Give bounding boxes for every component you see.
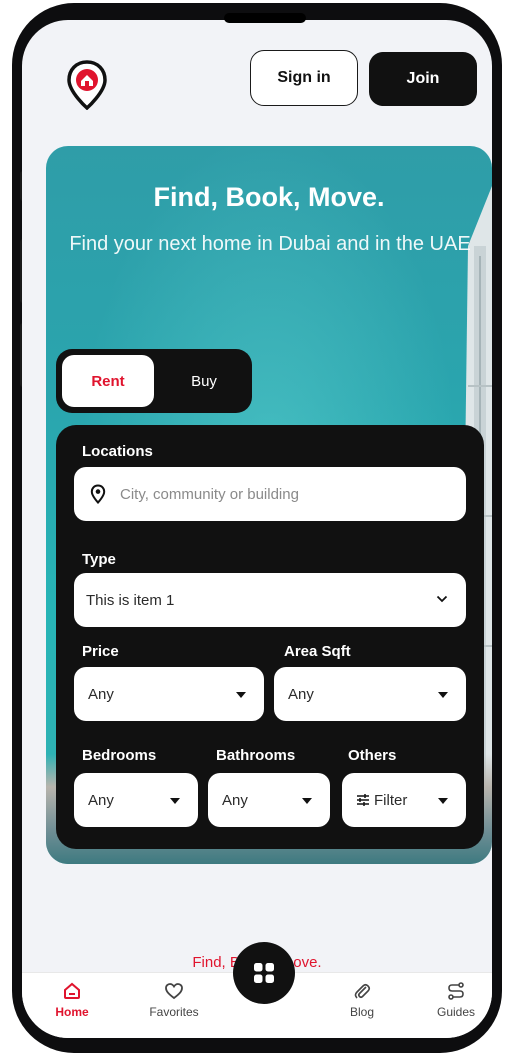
price-select[interactable]: Any: [74, 667, 264, 721]
rent-tab[interactable]: Rent: [62, 355, 154, 407]
price-value: Any: [88, 685, 114, 703]
area-label: Area Sqft: [284, 643, 351, 660]
heart-icon: [165, 983, 183, 1000]
bathrooms-label: Bathrooms: [216, 747, 296, 764]
filter-sliders-icon: [357, 794, 369, 806]
tab-home[interactable]: Home: [32, 979, 112, 1035]
others-label: Others: [348, 747, 397, 764]
bedrooms-value: Any: [88, 791, 114, 809]
hero-subtitle: Find your next home in Dubai and in the …: [69, 233, 471, 255]
bathrooms-select[interactable]: Any: [208, 773, 330, 827]
paperclip-icon: [354, 983, 371, 999]
caret-down-icon: [170, 798, 180, 804]
filter-label: Filter: [374, 791, 408, 809]
join-button[interactable]: Join: [369, 52, 477, 106]
tab-guides[interactable]: Guides: [416, 979, 492, 1035]
bathrooms-value: Any: [222, 791, 248, 809]
search-panel: Locations City, community or building Ty…: [56, 425, 484, 849]
caret-down-icon: [236, 692, 246, 698]
bedrooms-label: Bedrooms: [82, 747, 157, 764]
locations-placeholder: City, community or building: [120, 485, 299, 503]
tab-guides-label: Guides: [436, 1005, 476, 1019]
type-label: Type: [82, 551, 116, 568]
bedrooms-select[interactable]: Any: [74, 773, 198, 827]
area-select[interactable]: Any: [274, 667, 466, 721]
hero-title: Find, Book, Move.: [153, 182, 385, 212]
location-pin-icon: [90, 484, 106, 504]
sign-in-button[interactable]: Sign in: [250, 50, 358, 106]
buy-tab[interactable]: Buy: [162, 355, 246, 407]
locations-label: Locations: [82, 443, 153, 460]
chevron-down-icon: [436, 595, 448, 603]
locations-input[interactable]: City, community or building: [74, 467, 466, 521]
type-value: This is item 1: [86, 591, 175, 609]
caret-down-icon: [438, 692, 448, 698]
app-screen: Sign in Join Find, Book, Move. Find your…: [22, 20, 492, 1038]
route-icon: [448, 982, 464, 1000]
filter-button[interactable]: Filter: [342, 773, 466, 827]
area-value: Any: [288, 685, 314, 703]
tab-favorites[interactable]: Favorites: [134, 979, 214, 1035]
tab-blog-label: Blog: [349, 1005, 375, 1019]
logo-pin-icon[interactable]: [66, 60, 108, 110]
caret-down-icon: [302, 798, 312, 804]
menu-grid-button[interactable]: [233, 942, 295, 1004]
type-select[interactable]: This is item 1: [74, 573, 466, 627]
rent-buy-toggle: Rent Buy: [56, 349, 252, 413]
tab-home-label: Home: [55, 1005, 89, 1019]
tab-blog[interactable]: Blog: [322, 979, 402, 1035]
tab-favorites-label: Favorites: [149, 1005, 199, 1019]
caret-down-icon: [438, 798, 448, 804]
price-label: Price: [82, 643, 119, 660]
phone-notch: [224, 13, 306, 23]
grid-icon: [254, 963, 274, 983]
home-icon: [64, 982, 80, 999]
